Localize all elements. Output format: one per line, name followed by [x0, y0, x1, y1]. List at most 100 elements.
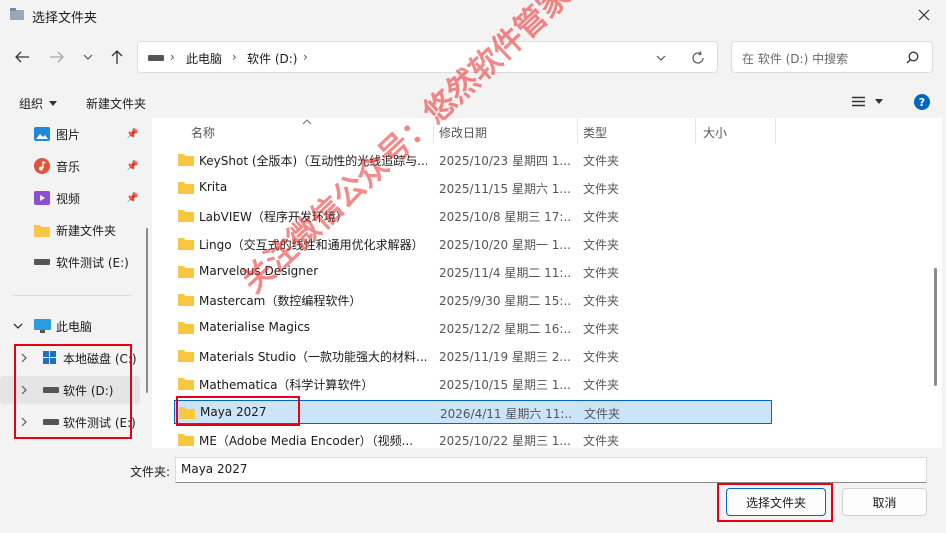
annotation-box-selected [176, 396, 300, 426]
cancel-button[interactable]: 取消 [842, 488, 927, 516]
recent-locations-button[interactable] [75, 44, 101, 70]
search-icon[interactable] [906, 51, 919, 64]
list-item[interactable]: Mathematica（科学计算软件） 2025/10/15 星期三 1... … [174, 372, 772, 396]
list-scrollbar[interactable] [934, 268, 937, 386]
pin-icon: 📌 [126, 128, 139, 140]
folder-icon [178, 154, 194, 166]
chevron-down-icon[interactable] [13, 323, 23, 330]
column-divider[interactable] [577, 118, 578, 144]
list-item[interactable]: ME（Adobe Media Encoder）（视频... 2025/10/22… [174, 428, 772, 448]
folder-field-label: 文件夹: [130, 465, 171, 479]
sidebar-item-label: 软件测试 (E:) [56, 255, 129, 270]
sidebar-item-videos[interactable]: 视频 📌 [0, 184, 140, 212]
sidebar-item-drive-e[interactable]: 软件测试 (E:) [0, 248, 140, 276]
item-type: 文件夹 [583, 350, 620, 364]
close-icon [918, 9, 930, 21]
list-item[interactable]: Materialise Magics 2025/12/2 星期二 16:... … [174, 316, 772, 340]
sidebar-item-new-folder[interactable]: 新建文件夹 [0, 216, 140, 244]
back-button[interactable] [9, 44, 35, 70]
item-date: 2025/10/20 星期一 1... [439, 238, 571, 252]
item-date: 2026/4/11 星期六 11:... [440, 407, 572, 421]
caret-down-icon [875, 99, 883, 104]
breadcrumb-separator-icon: › [303, 50, 308, 64]
window-title: 选择文件夹 [32, 11, 98, 26]
music-icon [34, 158, 50, 174]
arrow-up-icon [111, 50, 123, 64]
item-type: 文件夹 [583, 238, 620, 252]
item-type: 文件夹 [583, 322, 620, 336]
annotation-box-button [717, 483, 833, 522]
list-view-icon [852, 96, 865, 107]
folder-icon [178, 322, 194, 334]
column-header-type[interactable]: 类型 [583, 124, 607, 141]
item-type: 文件夹 [583, 210, 620, 224]
list-item[interactable]: LabVIEW（程序开发环境） 2025/10/8 星期三 17:... 文件夹 [174, 204, 772, 228]
sidebar-item-music[interactable]: 音乐 📌 [0, 152, 140, 180]
breadcrumb-separator-icon: › [232, 50, 237, 64]
item-name: Materialise Magics [199, 320, 311, 334]
item-date: 2025/10/8 星期三 17:... [439, 210, 571, 224]
help-icon[interactable]: ? [914, 94, 930, 110]
sidebar-item-label: 音乐 [56, 159, 81, 174]
item-type: 文件夹 [583, 266, 620, 280]
item-type: 文件夹 [584, 407, 621, 421]
view-options-button[interactable] [852, 96, 883, 107]
folder-icon [178, 434, 194, 446]
sidebar-scrollbar[interactable] [146, 228, 148, 393]
item-date: 2025/11/4 星期二 11:... [439, 266, 571, 280]
close-button[interactable] [910, 3, 938, 27]
column-header-size[interactable]: 大小 [703, 124, 727, 141]
item-type: 文件夹 [583, 378, 620, 392]
folder-icon [178, 238, 194, 250]
item-name: Mastercam（数控编程软件） [199, 294, 362, 308]
sidebar-item-label: 此电脑 [56, 319, 93, 334]
item-name: ME（Adobe Media Encoder）（视频... [199, 434, 414, 448]
column-divider[interactable] [775, 118, 776, 144]
item-type: 文件夹 [583, 154, 620, 168]
item-date: 2025/11/19 星期三 2... [439, 350, 571, 364]
breadcrumb-drive-d[interactable]: 软件 (D:) [247, 50, 297, 67]
item-date: 2025/10/22 星期三 1... [439, 434, 571, 448]
item-date: 2025/10/23 星期四 1... [439, 154, 571, 168]
list-item[interactable]: Krita 2025/11/15 星期六 1... 文件夹 [174, 176, 772, 200]
refresh-icon[interactable] [691, 51, 705, 65]
item-type: 文件夹 [583, 434, 620, 448]
address-bar[interactable]: › 此电脑 › 软件 (D:) › [137, 41, 718, 73]
sidebar-item-label: 图片 [56, 127, 81, 142]
address-dropdown-icon[interactable] [656, 55, 666, 62]
caret-down-icon [49, 101, 58, 106]
title-bar: 选择文件夹 [0, 0, 946, 30]
column-header-name[interactable]: 名称 [191, 124, 215, 141]
list-item[interactable]: KeyShot (全版本)（互动性的光线追踪与... 2025/10/23 星期… [174, 148, 772, 172]
folder-icon [178, 266, 194, 278]
breadcrumb-this-pc[interactable]: 此电脑 [186, 50, 222, 67]
organize-button[interactable]: 组织 [19, 95, 58, 112]
list-item[interactable]: Materials Studio（一款功能强大的材料... 2025/11/19… [174, 344, 772, 368]
drive-icon [34, 259, 50, 265]
search-box[interactable]: 在 软件 (D:) 中搜索 [731, 41, 933, 73]
computer-icon [34, 319, 51, 333]
pin-icon: 📌 [126, 192, 139, 204]
search-placeholder: 在 软件 (D:) 中搜索 [742, 52, 849, 66]
folder-icon [34, 224, 50, 237]
sort-up-icon [302, 119, 312, 125]
folder-icon [178, 378, 194, 390]
item-name: Materials Studio（一款功能强大的材料... [199, 350, 427, 364]
item-type: 文件夹 [583, 182, 620, 196]
sidebar-item-label: 视频 [56, 191, 81, 206]
pictures-icon [34, 127, 50, 141]
item-date: 2025/9/30 星期二 15:... [439, 294, 571, 308]
up-button[interactable] [104, 44, 130, 70]
folder-icon [178, 294, 194, 306]
folder-name-input[interactable]: Maya 2027 [175, 457, 927, 483]
folder-picker-icon [10, 8, 24, 20]
sidebar-item-pictures[interactable]: 图片 📌 [0, 120, 140, 148]
videos-icon [34, 191, 50, 205]
new-folder-button[interactable]: 新建文件夹 [86, 95, 146, 112]
column-divider[interactable] [695, 118, 696, 144]
item-date: 2025/12/2 星期二 16:... [439, 322, 571, 336]
sidebar-divider [12, 295, 132, 296]
sidebar-item-this-pc[interactable]: 此电脑 [0, 312, 140, 340]
forward-button[interactable] [44, 44, 70, 70]
drive-icon [148, 55, 164, 61]
